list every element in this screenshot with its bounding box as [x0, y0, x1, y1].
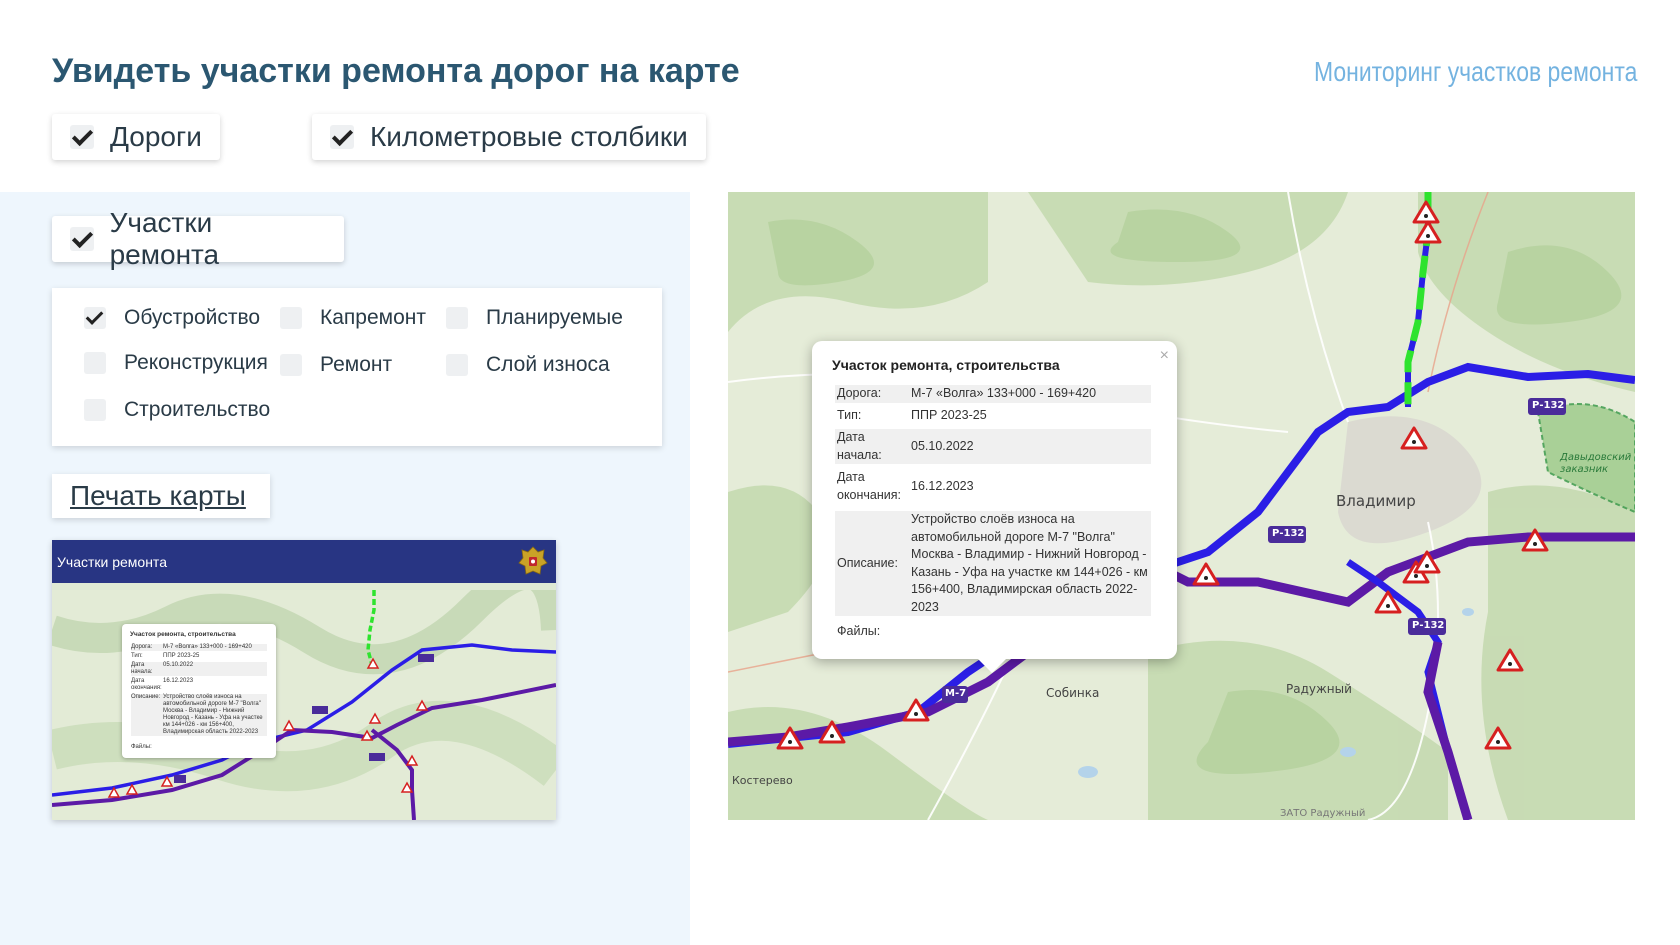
thumbnail-popup-files: Файлы: — [131, 744, 267, 751]
repair-sections-label: Участки ремонта — [109, 207, 220, 270]
popup-desc-label: Описание: — [835, 511, 909, 616]
thumb-road-value: М-7 «Волга» 133+000 - 169+420 — [163, 644, 267, 651]
page: Увидеть участки ремонта дорог на карте М… — [0, 0, 1680, 945]
construction-label: Строительство — [124, 398, 271, 421]
thumbnail-popup-road: Дорога: М-7 «Волга» 133+000 - 169+420 — [131, 644, 267, 651]
popup-row-road: Дорога: М-7 «Волга» 133+000 - 169+420 — [835, 385, 1155, 403]
popup-row-start: Дата начала: 05.10.2022 — [835, 429, 1155, 464]
roads-label: Дороги — [110, 121, 202, 152]
thumbnail-title: Участки ремонта — [57, 553, 167, 570]
popup-type-value: ППР 2023-25 — [911, 408, 987, 422]
popup-type-label: Тип: — [837, 408, 862, 422]
popup-title: Участок ремонта, строительства — [832, 357, 1060, 373]
thumb-files-label: Файлы: — [131, 744, 152, 750]
popup-files-label: Файлы: — [837, 624, 881, 638]
filter-wear-layer[interactable]: Слой износа — [446, 353, 610, 377]
kapremont-checkbox[interactable] — [280, 307, 302, 329]
print-preview-thumbnail: Участки ремонта Участок ремонта, строите… — [52, 540, 556, 820]
wear-layer-checkbox[interactable] — [446, 354, 468, 376]
popup-road-label: Дорога: — [835, 385, 909, 403]
layer-toggle-repair-sections[interactable]: Участки ремонта — [52, 207, 344, 270]
repair-label: Ремонт — [320, 353, 393, 376]
thumb-type-label: Тип: — [131, 653, 143, 659]
thumbnail-popup-end: Дата окончания: 16.12.2023 — [131, 678, 267, 692]
planned-label: Планируемые — [486, 306, 623, 329]
page-title: Увидеть участки ремонта дорог на карте — [52, 52, 740, 90]
thumb-start-label: Дата начала: — [131, 662, 163, 676]
page-subtitle: Мониторинг участков ремонта — [1313, 56, 1637, 87]
popup-row-files: Файлы: — [835, 623, 1155, 641]
road-badge-r132-a: Р-132 — [1272, 528, 1305, 539]
map-label-zato: ЗАТО Радужный — [1280, 808, 1366, 819]
reconstruction-label: Реконструкция — [124, 351, 268, 374]
popup-row-description: Описание: Устройство слоёв износа на авт… — [835, 511, 1155, 616]
popup-start-value: 05.10.2022 — [909, 429, 1151, 464]
popup-desc-value: Устройство слоёв износа на автомобильной… — [909, 511, 1151, 616]
kapremont-label: Капремонт — [320, 306, 426, 329]
map-label-sobinka: Собинка — [1046, 686, 1100, 700]
thumbnail-popup-desc: Описание: Устройство слоёв износа на авто… — [131, 694, 267, 736]
thumb-start-value: 05.10.2022 — [163, 662, 267, 676]
thumbnail-popup-start: Дата начала: 05.10.2022 — [131, 662, 267, 676]
filter-reconstruction[interactable]: Реконструкция — [84, 351, 268, 375]
thumbnail-popup: Участок ремонта, строительства Дорога: М-… — [122, 624, 276, 758]
thumb-end-value: 16.12.2023 — [163, 678, 194, 684]
km-posts-label: Километровые столбики — [370, 121, 688, 152]
print-map-button[interactable]: Печать карты — [52, 474, 270, 518]
thumbnail-popup-title: Участок ремонта, строительства — [130, 631, 236, 638]
popup-start-label: Дата начала: — [835, 429, 909, 464]
map-label-kosterevo: Костерево — [732, 774, 793, 787]
filter-construction[interactable]: Строительство — [84, 398, 270, 422]
repair-type-filter: Обустройство Капремонт Планируемые Рекон… — [52, 288, 662, 446]
road-badge-r132-c: Р-132 — [1532, 400, 1565, 411]
map-label-raduzhny: Радужный — [1286, 682, 1352, 696]
repair-info-popup: Участок ремонта, строительства × Дорога:… — [812, 341, 1177, 673]
repair-checkbox[interactable] — [280, 354, 302, 376]
obustroistvo-label: Обустройство — [124, 306, 261, 329]
reconstruction-checkbox[interactable] — [84, 352, 106, 374]
coat-of-arms-icon — [518, 546, 548, 575]
roads-checkbox[interactable] — [70, 125, 94, 149]
road-badge-r132-b: Р-132 — [1412, 620, 1445, 631]
filter-kapremont[interactable]: Капремонт — [280, 306, 426, 330]
wear-layer-label: Слой износа — [486, 353, 610, 376]
thumb-type-value: ППР 2023-25 — [163, 653, 200, 659]
filter-obustroistvo[interactable]: Обустройство — [84, 306, 260, 330]
popup-end-label: Дата окончания: — [837, 470, 902, 502]
thumbnail-header: Участки ремонта — [52, 540, 556, 583]
popup-road-value: М-7 «Волга» 133+000 - 169+420 — [909, 385, 1151, 403]
popup-row-type: Тип: ППР 2023-25 — [835, 407, 1155, 425]
thumb-desc-label: Описание: — [131, 694, 163, 736]
obustroistvo-checkbox[interactable] — [84, 307, 106, 329]
close-icon[interactable]: × — [1160, 347, 1169, 365]
road-badge-m7: М-7 — [945, 688, 967, 699]
layer-toggle-roads[interactable]: Дороги — [52, 114, 220, 160]
thumbnail-popup-type: Тип: ППР 2023-25 — [131, 653, 267, 660]
filter-repair[interactable]: Ремонт — [280, 353, 392, 377]
thumb-desc-value: Устройство слоёв износа на автомобильной… — [163, 694, 267, 736]
map-label-vladimir: Владимир — [1336, 492, 1416, 510]
repair-sections-checkbox[interactable] — [70, 227, 94, 251]
planned-checkbox[interactable] — [446, 307, 468, 329]
popup-row-end: Дата окончания: 16.12.2023 — [835, 469, 1155, 504]
layer-toggle-km-posts[interactable]: Километровые столбики — [312, 114, 706, 160]
map-label-reserve: Давыдовский заказник — [1560, 452, 1632, 475]
filter-planned[interactable]: Планируемые — [446, 306, 623, 330]
popup-end-value: 16.12.2023 — [911, 478, 974, 493]
construction-checkbox[interactable] — [84, 399, 106, 421]
thumb-road-label: Дорога: — [131, 644, 163, 651]
thumb-end-label: Дата окончания: — [131, 678, 162, 691]
km-posts-checkbox[interactable] — [330, 125, 354, 149]
